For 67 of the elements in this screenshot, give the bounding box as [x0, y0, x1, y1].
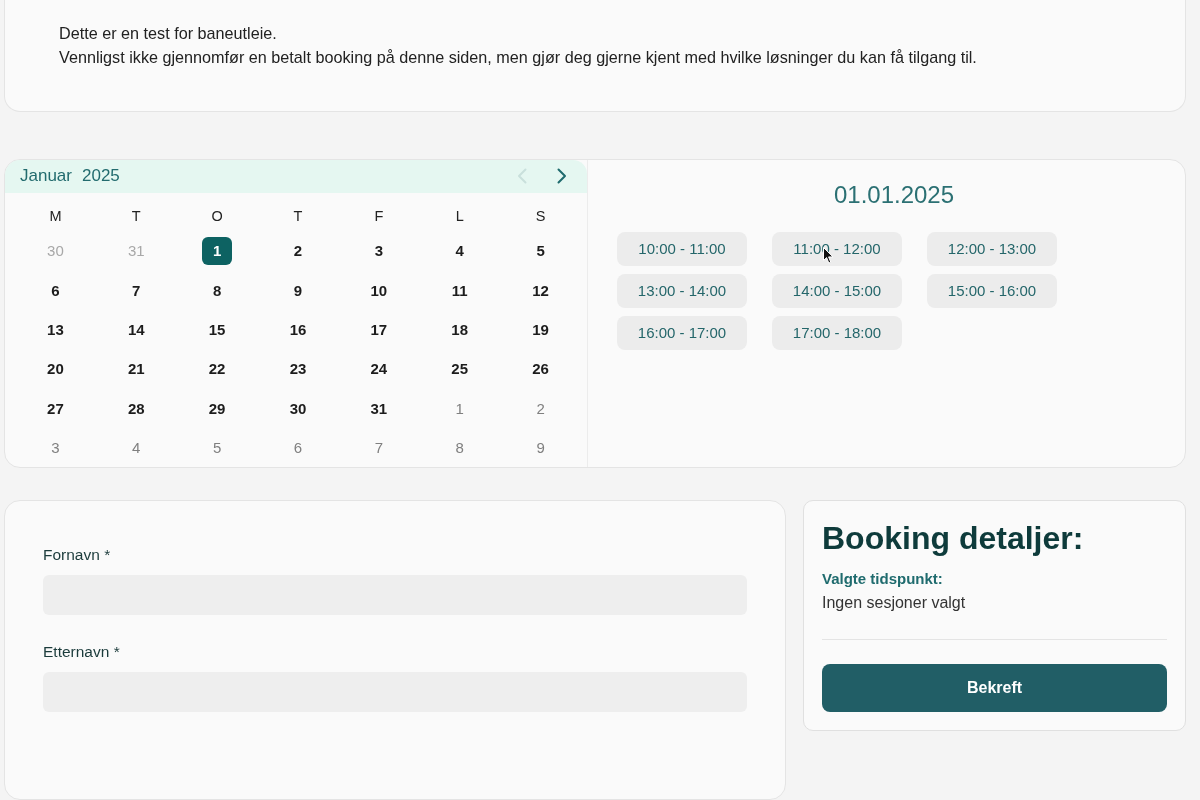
calendar-day[interactable]: 3 [40, 433, 71, 462]
calendar-day[interactable]: 21 [121, 354, 152, 383]
calendar-day[interactable]: 4 [121, 433, 152, 462]
calendar-day[interactable]: 13 [40, 315, 71, 344]
confirm-button[interactable]: Bekreft [822, 664, 1167, 712]
calendar-day[interactable]: 31 [363, 394, 394, 423]
time-slot-button[interactable]: 10:00 - 11:00 [617, 231, 747, 266]
time-slot-button[interactable]: 15:00 - 16:00 [927, 273, 1057, 308]
calendar-day[interactable]: 6 [283, 433, 313, 462]
selected-date-heading: 01.01.2025 [832, 179, 956, 210]
notice-text: Vennligst ikke gjennomfør en betalt booking på denne siden, men gjør deg gjerne kjent med hvilke løsninger du kan få tilgang til. [59, 47, 978, 68]
time-slot-button[interactable]: 17:00 - 18:00 [772, 315, 902, 350]
calendar-day[interactable]: 8 [202, 276, 233, 305]
month-label: Januar [20, 166, 72, 187]
calendar-day[interactable]: 9 [525, 433, 556, 462]
calendar-day[interactable]: 1 [444, 394, 475, 423]
calendar-day[interactable]: 7 [121, 276, 152, 305]
weekday-label: T [292, 207, 304, 227]
field-label: Etternavn * [43, 643, 121, 661]
weekday-label: T [130, 207, 142, 227]
calendar-day[interactable]: 1 [202, 236, 233, 265]
chevron-left-icon [517, 168, 527, 185]
selected-time-value: Ingen sesjoner valgt [822, 593, 967, 613]
booking-title: Booking detaljer: [822, 519, 1085, 558]
weekday-label: M [48, 207, 63, 227]
weekday-label: F [373, 207, 385, 227]
calendar-day[interactable]: 7 [363, 433, 394, 462]
calendar-day[interactable]: 5 [525, 236, 556, 265]
notice-text: Dette er en test for baneutleie. [59, 23, 278, 44]
calendar-day[interactable]: 12 [525, 276, 556, 305]
time-slot-button[interactable]: 16:00 - 17:00 [617, 315, 747, 350]
selected-time-label: Valgte tidspunkt: [822, 569, 944, 589]
calendar-day[interactable]: 17 [363, 315, 394, 344]
calendar-day[interactable]: 9 [283, 276, 313, 305]
calendar-day[interactable]: 2 [283, 236, 313, 265]
time-slot-button[interactable]: 12:00 - 13:00 [927, 231, 1057, 266]
time-slot-button[interactable]: 13:00 - 14:00 [617, 273, 747, 308]
calendar-day[interactable]: 15 [202, 315, 233, 344]
calendar-day[interactable]: 28 [121, 394, 152, 423]
calendar-day[interactable]: 14 [121, 315, 152, 344]
field-label: Fornavn * [43, 546, 112, 564]
weekday-label: L [454, 207, 465, 227]
calendar-day[interactable]: 26 [525, 354, 556, 383]
calendar-day[interactable]: 30 [283, 394, 313, 423]
time-slot-button[interactable]: 14:00 - 15:00 [772, 273, 902, 308]
calendar-day[interactable]: 23 [283, 354, 313, 383]
calendar-day[interactable]: 24 [363, 354, 394, 383]
calendar-day[interactable]: 20 [40, 354, 71, 383]
calendar-day[interactable]: 22 [202, 354, 233, 383]
calendar-day[interactable]: 2 [525, 394, 556, 423]
calendar-day[interactable]: 19 [525, 315, 556, 344]
calendar-day[interactable]: 29 [202, 394, 233, 423]
calendar-day[interactable]: 4 [444, 236, 475, 265]
calendar-day[interactable]: 8 [444, 433, 475, 462]
calendar-day[interactable]: 27 [40, 394, 71, 423]
calendar-day[interactable]: 5 [202, 433, 233, 462]
calendar-day[interactable]: 16 [283, 315, 313, 344]
chevron-right-icon [557, 168, 567, 185]
calendar-day[interactable]: 18 [444, 315, 475, 344]
weekday-label: S [534, 207, 547, 227]
calendar-day[interactable]: 11 [444, 276, 475, 305]
weekday-label: O [210, 207, 224, 227]
calendar-day[interactable]: 6 [40, 276, 71, 305]
year-label: 2025 [82, 166, 120, 187]
calendar-day[interactable]: 10 [363, 276, 394, 305]
calendar-day[interactable]: 3 [363, 236, 394, 265]
calendar-day[interactable]: 25 [444, 354, 475, 383]
